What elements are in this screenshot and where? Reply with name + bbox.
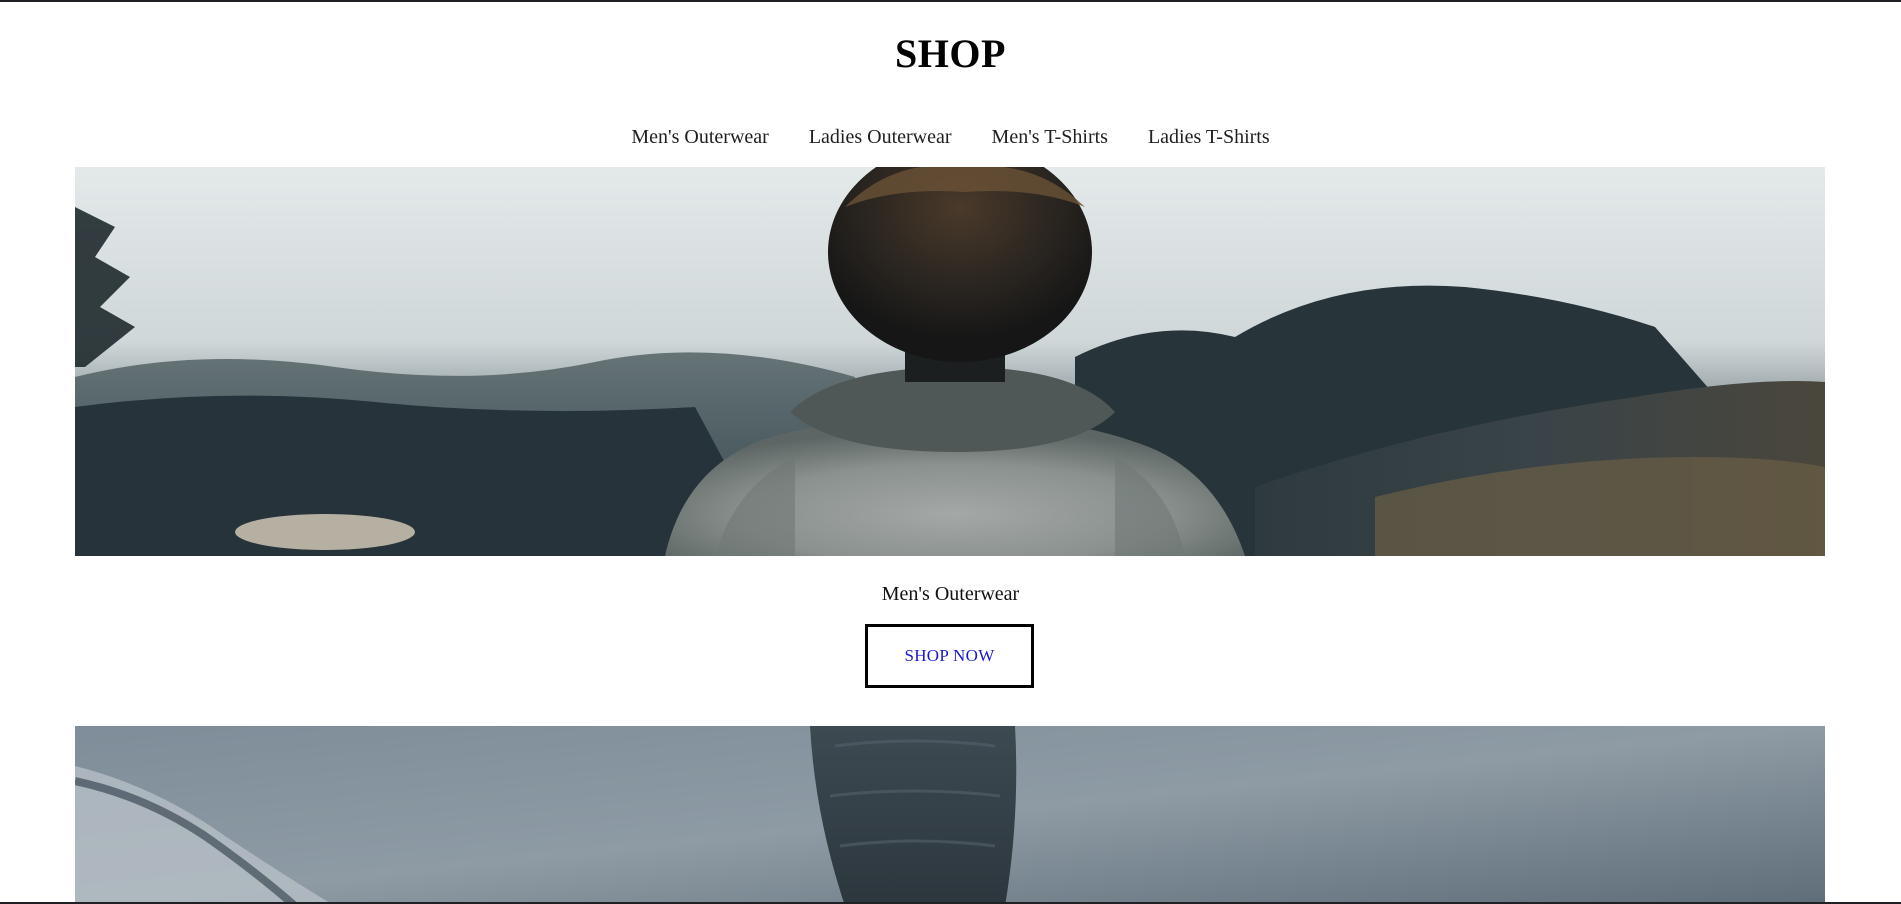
nav-item-ladies-outerwear[interactable]: Ladies Outerwear [809, 123, 952, 151]
nav-item-mens-outerwear[interactable]: Men's Outerwear [631, 123, 768, 151]
hero-image-ladies-outerwear[interactable] [75, 726, 1825, 902]
hero-image-mens-outerwear[interactable] [75, 167, 1825, 556]
shop-now-button[interactable]: SHOP NOW [865, 624, 1034, 688]
hero-photo-2 [75, 726, 1825, 902]
hero-photo [75, 167, 1825, 556]
hero-category-label: Men's Outerwear [881, 583, 1020, 605]
shop-page: SHOP Men's Outerwear Ladies Outerwear Me… [0, 0, 1901, 904]
category-nav: Men's Outerwear Ladies Outerwear Men's T… [0, 123, 1901, 151]
nav-item-ladies-tshirts[interactable]: Ladies T-Shirts [1148, 123, 1270, 151]
nav-item-mens-tshirts[interactable]: Men's T-Shirts [992, 123, 1108, 151]
site-title: SHOP [895, 31, 1006, 76]
